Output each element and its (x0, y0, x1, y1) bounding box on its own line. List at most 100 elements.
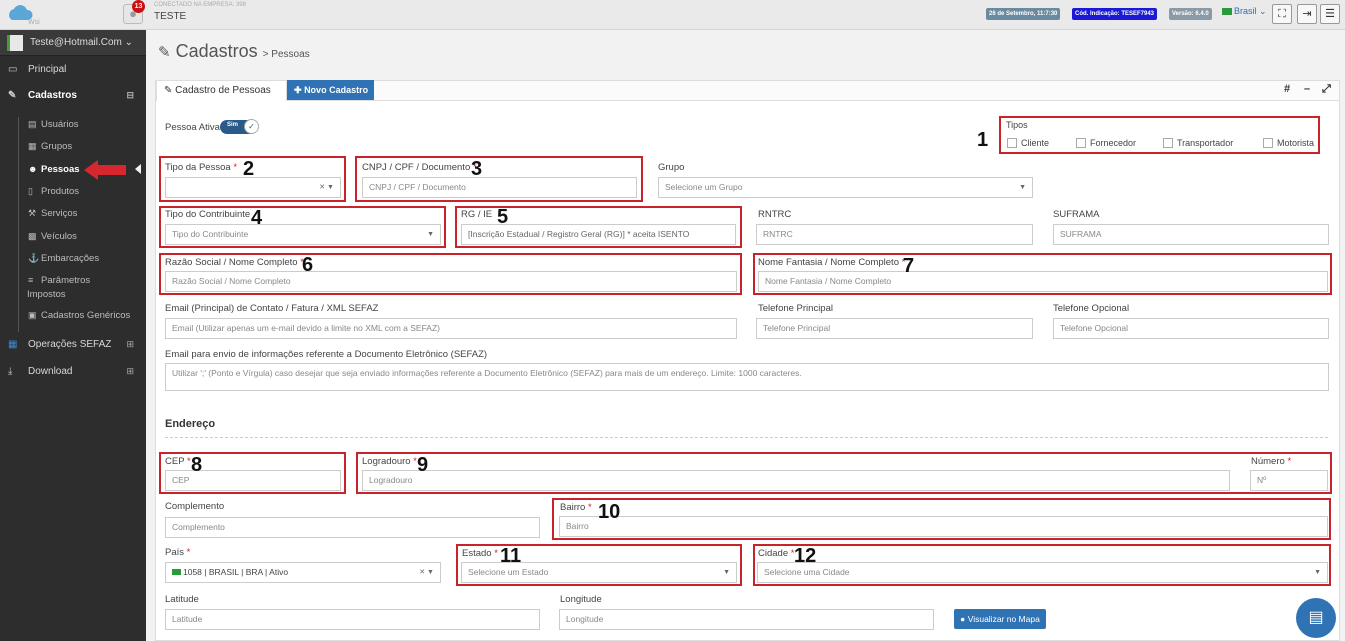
annotation-number: 2 (243, 158, 255, 180)
avatar (7, 35, 23, 51)
complemento-input[interactable]: Complemento (165, 517, 540, 538)
contribuinte-select[interactable]: Tipo do Contribuinte ▼ (165, 224, 441, 245)
version-badge: Versão: 6.4.0 (1169, 8, 1212, 20)
language-selector[interactable]: Brasil ⌄ (1222, 6, 1267, 17)
clear-chevron-icon: ✕ ▼ (319, 184, 334, 191)
tab-cadastro-pessoas[interactable]: ✎ Cadastro de Pessoas (156, 80, 287, 101)
sidebar-item-cadastros[interactable]: ✎ Cadastros ⊟ (0, 84, 146, 108)
telefone-label: Telefone Principal (758, 303, 833, 314)
cliente-label: Cliente (1021, 138, 1050, 148)
notification-badge: 13 (132, 0, 145, 13)
longitude-label: Longitude (560, 594, 602, 605)
sidebar-item-usuarios[interactable]: ▤ Usuários (0, 115, 146, 135)
razao-input[interactable]: Razão Social / Nome Completo (165, 271, 737, 292)
annotation-box-1 (999, 116, 1320, 154)
annotation-number: 7 (903, 255, 915, 277)
company-name: TESTE (154, 11, 187, 22)
section-title-endereco: Endereço (165, 418, 216, 430)
page-title: ✎ Cadastros > Pessoas (158, 41, 310, 61)
car-icon: ▩ (28, 231, 37, 241)
sidebar-item-servicos[interactable]: ⚒ Serviços (0, 204, 146, 224)
transportador-label: Transportador (1177, 138, 1234, 148)
email-sefaz-textarea[interactable]: Utilizar ';' (Ponto e Vírgula) caso dese… (165, 363, 1329, 391)
chevron-down-icon: ▼ (1019, 184, 1026, 191)
logout-button[interactable]: ⇥ (1297, 4, 1317, 24)
edit-icon: ✎ (164, 85, 173, 96)
edit-icon: ✎ (8, 90, 17, 101)
checkbox-transportador[interactable] (1163, 138, 1173, 148)
menu-toggle-button[interactable]: ☰ (1320, 4, 1340, 24)
latitude-input[interactable]: Latitude (165, 609, 540, 630)
tipo-pessoa-select[interactable]: ✕ ▼ (165, 177, 341, 198)
minimize-icon[interactable]: – (1304, 83, 1310, 95)
chevron-down-icon: ⌄ (1259, 6, 1267, 16)
logradouro-input[interactable]: Logradouro (362, 470, 1230, 491)
checkbox-motorista[interactable] (1263, 138, 1273, 148)
sidebar-item-principal[interactable]: ▭ Principal (0, 58, 146, 82)
connected-label: CONECTADO NA EMPRESA: 398 (154, 2, 246, 8)
cep-label: CEP * (165, 456, 191, 467)
download-icon: ⤓ (8, 366, 13, 377)
suframa-input[interactable]: SUFRAMA (1053, 224, 1329, 245)
clear-chevron-icon: ✕ ▼ (419, 569, 434, 576)
group-icon: ▦ (28, 141, 37, 151)
razao-label: Razão Social / Nome Completo * (165, 257, 304, 268)
pais-select[interactable]: 1058 | BRASIL | BRA | Ativo ✕ ▼ (165, 562, 441, 583)
visualizar-mapa-button[interactable]: ● Visualizar no Mapa (954, 609, 1046, 629)
sidebar-item-produtos[interactable]: ▯ Produtos (0, 182, 146, 202)
annotation-number: 6 (302, 254, 314, 276)
telefone-opcional-input[interactable]: Telefone Opcional (1053, 318, 1329, 339)
pais-label: País * (165, 547, 191, 558)
email-input[interactable]: Email (Utilizar apenas um e-mail devido … (165, 318, 737, 339)
edit-icon: ✎ (158, 44, 171, 61)
bairro-input[interactable]: Bairro (559, 516, 1328, 537)
fantasia-input[interactable]: Nome Fantasia / Nome Completo (758, 271, 1328, 292)
rntrc-input[interactable]: RNTRC (756, 224, 1033, 245)
toggle-label: Sim (227, 122, 239, 128)
breadcrumb: > Pessoas (262, 49, 310, 60)
cnpj-input[interactable]: CNPJ / CPF / Documento (362, 177, 637, 198)
check-icon: ✓ (244, 119, 259, 134)
user-name[interactable]: Teste@Hotmail.Com ⌄ (30, 37, 133, 48)
window-icon: ▣ (28, 310, 37, 320)
longitude-input[interactable]: Longitude (559, 609, 934, 630)
grupo-select[interactable]: Selecione um Grupo ▼ (658, 177, 1033, 198)
checkbox-cliente[interactable] (1007, 138, 1017, 148)
sidebar-item-embarcacoes[interactable]: ⚓ Embarcações (0, 249, 146, 269)
bottle-icon: ▯ (28, 186, 33, 196)
sidebar-item-veiculos[interactable]: ▩ Veículos (0, 227, 146, 247)
telefone-opcional-label: Telefone Opcional (1053, 303, 1130, 314)
cidade-label: Cidade * (758, 548, 795, 559)
referral-code-badge: Cód. Indicação: TESEF7943 (1072, 8, 1158, 20)
wrench-icon: ⚒ (28, 208, 37, 218)
email-sefaz-label: Email para envio de informações referent… (165, 349, 488, 360)
numero-input[interactable]: Nº (1250, 470, 1328, 491)
contribuinte-label: Tipo do Contribuinte (165, 209, 251, 220)
cidade-select[interactable]: Selecione uma Cidade ▼ (757, 562, 1328, 583)
section-divider (165, 437, 1328, 438)
annotation-number: 4 (251, 207, 263, 229)
checkbox-fornecedor[interactable] (1076, 138, 1086, 148)
windows-icon: ▦ (8, 339, 18, 350)
expand-icon[interactable]: ⤢ (1322, 83, 1331, 96)
telefone-input[interactable]: Telefone Principal (756, 318, 1033, 339)
tab-novo-cadastro[interactable]: ✚ Novo Cadastro (287, 80, 374, 100)
chat-icon[interactable]: ▤ (1296, 598, 1336, 638)
annotation-number: 9 (417, 454, 429, 476)
sidebar-item-grupos[interactable]: ▦ Grupos (0, 137, 146, 157)
fullscreen-button[interactable]: ⛶ (1272, 4, 1292, 24)
estado-label: Estado * (462, 548, 498, 559)
fornecedor-label: Fornecedor (1090, 138, 1137, 148)
annotation-number: 12 (794, 545, 817, 567)
users-card-icon: ▤ (28, 119, 37, 129)
hash-icon[interactable]: # (1284, 83, 1290, 95)
suframa-label: SUFRAMA (1053, 209, 1100, 220)
sidebar-item-parametros-line2[interactable]: Impostos (0, 285, 132, 305)
app-logo[interactable]: Wsi (6, 4, 42, 26)
email-label: Email (Principal) de Contato / Fatura / … (165, 303, 379, 314)
sidebar-item-download[interactable]: ⤓ Download ⊞ (0, 360, 146, 384)
sidebar-item-cadastros-genericos[interactable]: ▣ Cadastros Genéricos (0, 306, 146, 326)
numero-label: Número * (1251, 456, 1292, 467)
people-icon: ☻ (28, 164, 38, 174)
sidebar-item-operacoes-sefaz[interactable]: ▦ Operações SEFAZ ⊞ (0, 333, 146, 357)
